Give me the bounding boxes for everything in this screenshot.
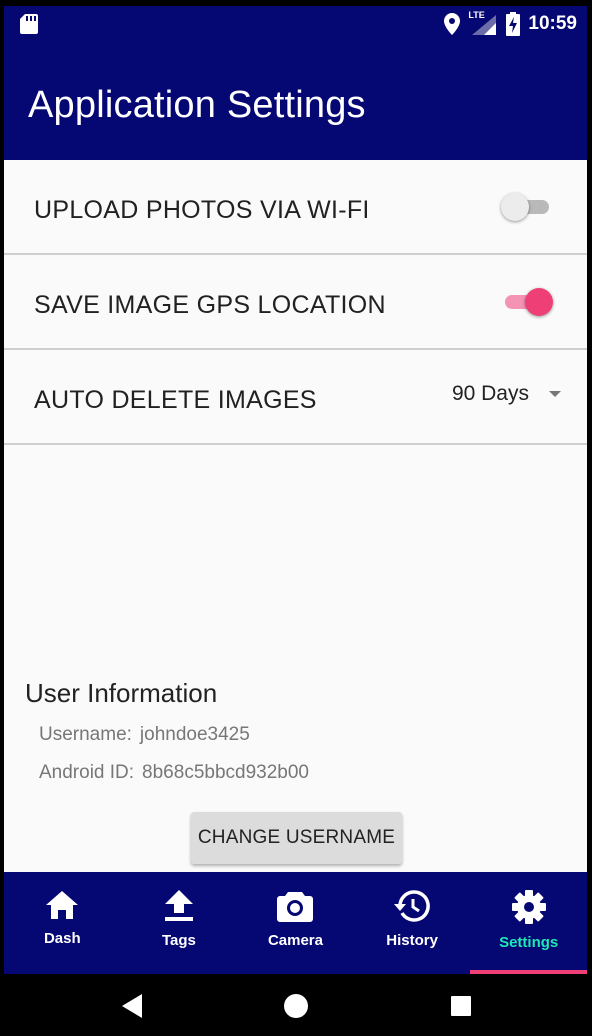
nav-label-dash: Dash	[43, 930, 81, 947]
android-id-label: Android ID:	[39, 762, 135, 783]
username-label: Username:	[39, 724, 132, 745]
toggle-thumb	[525, 288, 553, 316]
page-title: Application Settings	[28, 84, 366, 126]
username-line: Username: johndoe3425	[39, 724, 250, 746]
nav-item-history[interactable]: History	[354, 872, 471, 974]
bottom-navigation: Dash Tags Camera History Settings	[4, 872, 587, 974]
user-information-title: User Information	[25, 678, 218, 708]
username-value: johndoe3425	[139, 724, 250, 745]
nav-item-dash[interactable]: Dash	[4, 872, 121, 974]
nav-item-tags[interactable]: Tags	[121, 872, 238, 974]
settings-list: UPLOAD PHOTOS VIA WI-FI SAVE IMAGE GPS L…	[4, 160, 587, 445]
auto-delete-dropdown[interactable]: 90 Days	[452, 382, 561, 406]
recents-icon[interactable]	[449, 993, 473, 1019]
nav-label-tags: Tags	[161, 932, 196, 949]
gear-icon	[511, 890, 546, 924]
gps-location-toggle[interactable]	[501, 285, 557, 319]
location-icon	[444, 13, 461, 35]
setting-row-auto-delete: AUTO DELETE IMAGES 90 Days	[4, 350, 587, 445]
nav-label-history: History	[386, 932, 438, 949]
battery-charging-icon	[506, 12, 521, 36]
dropdown-arrow-icon	[549, 391, 561, 397]
auto-delete-value: 90 Days	[451, 382, 529, 405]
nav-label-settings: Settings	[499, 934, 559, 951]
nav-label-camera: Camera	[267, 932, 323, 949]
setting-row-upload-wifi: UPLOAD PHOTOS VIA WI-FI	[4, 160, 587, 255]
back-icon[interactable]	[120, 993, 144, 1019]
android-id-line: Android ID: 8b68c5bbcd932b00	[39, 762, 309, 784]
home-icon	[46, 891, 79, 919]
system-navigation-bar	[4, 974, 587, 1036]
nav-item-camera[interactable]: Camera	[237, 872, 354, 974]
clock: 10:59	[528, 13, 577, 34]
upload-wifi-toggle[interactable]	[501, 190, 557, 224]
auto-delete-label: AUTO DELETE IMAGES	[34, 386, 317, 414]
nav-item-settings[interactable]: Settings	[470, 872, 587, 974]
setting-row-gps-location: SAVE IMAGE GPS LOCATION	[4, 255, 587, 350]
android-id-value: 8b68c5bbcd932b00	[142, 762, 309, 783]
upload-wifi-label: UPLOAD PHOTOS VIA WI-FI	[34, 196, 370, 224]
toggle-thumb	[501, 193, 529, 221]
lte-signal-icon: LTE	[468, 10, 498, 35]
home-circle-icon[interactable]	[283, 993, 309, 1019]
app-screen: LTE 10:59 Application Settings UPLOAD PH…	[4, 6, 587, 1036]
gps-location-label: SAVE IMAGE GPS LOCATION	[34, 291, 386, 319]
change-username-button[interactable]: CHANGE USERNAME	[191, 812, 402, 864]
camera-icon	[277, 892, 314, 922]
history-icon	[394, 890, 430, 922]
app-bar: Application Settings	[4, 42, 587, 160]
upload-icon	[164, 890, 193, 921]
status-bar: LTE 10:59	[4, 6, 587, 42]
sd-card-icon	[20, 14, 38, 34]
